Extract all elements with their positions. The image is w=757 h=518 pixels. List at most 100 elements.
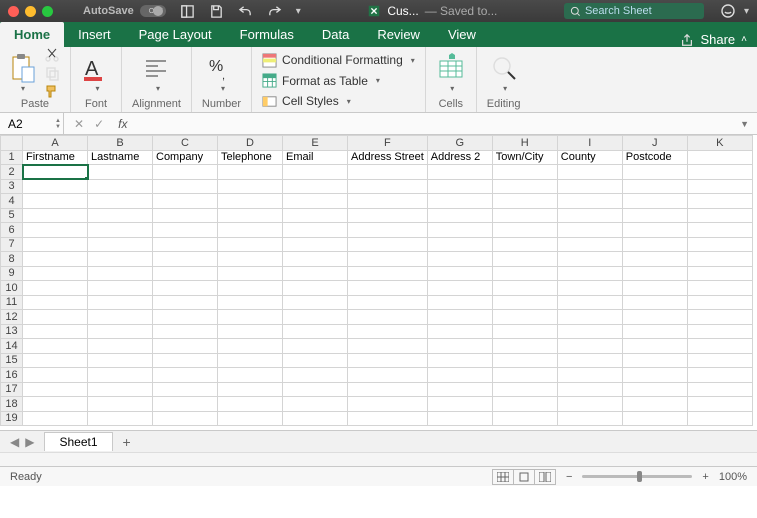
table-row: 3	[1, 179, 753, 194]
autosave-toggle[interactable]: OFF	[140, 5, 166, 17]
cell[interactable]: Company	[153, 150, 218, 165]
alignment-button[interactable]	[141, 53, 171, 93]
zoom-level[interactable]: 100%	[719, 471, 747, 483]
cell[interactable]: Lastname	[88, 150, 153, 165]
select-all-corner[interactable]	[1, 136, 23, 151]
tab-formulas[interactable]: Formulas	[226, 22, 308, 47]
cell[interactable]: County	[557, 150, 622, 165]
cell[interactable]: Email	[283, 150, 348, 165]
tab-insert[interactable]: Insert	[64, 22, 125, 47]
search-sheet-input[interactable]: Search Sheet	[564, 3, 704, 19]
view-page-break-icon[interactable]	[534, 469, 556, 485]
cell[interactable]: Address 2	[427, 150, 492, 165]
view-normal-icon[interactable]	[492, 469, 514, 485]
sheet-area[interactable]: A B C D E F G H I J K 1 Firstname Lastna…	[0, 135, 757, 430]
tab-data[interactable]: Data	[308, 22, 363, 47]
table-row: 19	[1, 411, 753, 426]
maximize-icon[interactable]	[42, 6, 53, 17]
cell[interactable]: Address Street	[348, 150, 428, 165]
tab-view[interactable]: View	[434, 22, 490, 47]
titlebar-more-icon[interactable]: ▾	[744, 6, 749, 17]
col-header[interactable]: H	[492, 136, 557, 151]
minimize-icon[interactable]	[25, 6, 36, 17]
table-row: 5	[1, 208, 753, 223]
sheet-tab[interactable]: Sheet1	[44, 432, 112, 451]
table-row: 12	[1, 310, 753, 325]
col-header[interactable]: A	[23, 136, 88, 151]
close-icon[interactable]	[8, 6, 19, 17]
feedback-icon[interactable]	[720, 3, 736, 19]
zoom-slider[interactable]	[582, 475, 692, 478]
format-painter-icon[interactable]	[44, 83, 60, 99]
col-header[interactable]: D	[218, 136, 283, 151]
col-header[interactable]: E	[283, 136, 348, 151]
editing-button[interactable]	[489, 53, 519, 93]
cell[interactable]	[687, 150, 752, 165]
cell-styles-button[interactable]: Cell Styles	[262, 92, 351, 110]
cell[interactable]: Town/City	[492, 150, 557, 165]
col-header[interactable]: C	[153, 136, 218, 151]
table-row: 15	[1, 353, 753, 368]
spreadsheet-grid: A B C D E F G H I J K 1 Firstname Lastna…	[0, 135, 753, 426]
tab-home[interactable]: Home	[0, 22, 64, 47]
col-header[interactable]: G	[427, 136, 492, 151]
view-page-layout-icon[interactable]	[513, 469, 535, 485]
fx-icon[interactable]: fx	[118, 117, 127, 131]
col-header[interactable]: J	[622, 136, 687, 151]
cut-icon[interactable]	[44, 47, 60, 63]
table-row: 11	[1, 295, 753, 310]
col-header[interactable]: B	[88, 136, 153, 151]
format-as-table-button[interactable]: Format as Table	[262, 72, 380, 90]
table-row: 4	[1, 194, 753, 209]
conditional-formatting-button[interactable]: Conditional Formatting	[262, 51, 415, 69]
home-qat-icon[interactable]	[180, 4, 195, 19]
group-label-alignment: Alignment	[132, 98, 181, 110]
tab-review[interactable]: Review	[363, 22, 434, 47]
cancel-formula-icon[interactable]: ✕	[74, 117, 84, 131]
view-buttons	[493, 469, 556, 485]
active-cell[interactable]	[23, 165, 88, 180]
zoom-out-button[interactable]: −	[566, 471, 572, 483]
tab-page-layout[interactable]: Page Layout	[125, 22, 226, 47]
undo-icon[interactable]	[238, 4, 253, 19]
group-alignment: Alignment	[122, 47, 192, 112]
font-button[interactable]: A	[81, 53, 111, 93]
cell[interactable]: Firstname	[23, 150, 88, 165]
autosave-label: AutoSave	[83, 5, 134, 17]
name-box-stepper[interactable]: ▲▼	[55, 118, 61, 130]
cell[interactable]: Postcode	[622, 150, 687, 165]
row-header[interactable]: 2	[1, 165, 23, 180]
col-header[interactable]: F	[348, 136, 428, 151]
search-placeholder: Search Sheet	[585, 5, 652, 17]
group-label-paste: Paste	[21, 98, 49, 110]
sheet-nav-next-icon[interactable]: ▶	[25, 435, 34, 449]
name-box[interactable]: A2 ▲▼	[0, 113, 64, 134]
number-button[interactable]: %,	[206, 53, 236, 93]
document-status: — Saved to...	[425, 4, 498, 18]
cells-button[interactable]	[436, 53, 466, 93]
window-controls	[8, 6, 53, 17]
formula-bar-input[interactable]	[137, 113, 740, 134]
redo-icon[interactable]	[267, 4, 282, 19]
horizontal-scrollbar[interactable]	[0, 452, 757, 466]
sheet-nav-prev-icon[interactable]: ◀	[10, 435, 19, 449]
formula-bar-expand-icon[interactable]: ▼	[740, 119, 757, 129]
enter-formula-icon[interactable]: ✓	[94, 117, 104, 131]
search-icon	[570, 6, 581, 17]
col-header[interactable]: K	[687, 136, 752, 151]
share-button[interactable]: Share ˄	[670, 32, 757, 47]
group-cells: Cells	[426, 47, 477, 112]
zoom-in-button[interactable]: +	[702, 471, 708, 483]
group-number: %, Number	[192, 47, 252, 112]
row-header[interactable]: 1	[1, 150, 23, 165]
table-row: 17	[1, 382, 753, 397]
table-row: 2	[1, 165, 753, 180]
save-icon[interactable]	[209, 4, 224, 19]
name-box-value: A2	[8, 117, 23, 131]
col-header[interactable]: I	[557, 136, 622, 151]
table-row: 9	[1, 266, 753, 281]
cell[interactable]: Telephone	[218, 150, 283, 165]
copy-icon[interactable]	[44, 65, 60, 81]
add-sheet-button[interactable]: +	[113, 434, 141, 450]
paste-button[interactable]: ▾	[10, 53, 36, 93]
